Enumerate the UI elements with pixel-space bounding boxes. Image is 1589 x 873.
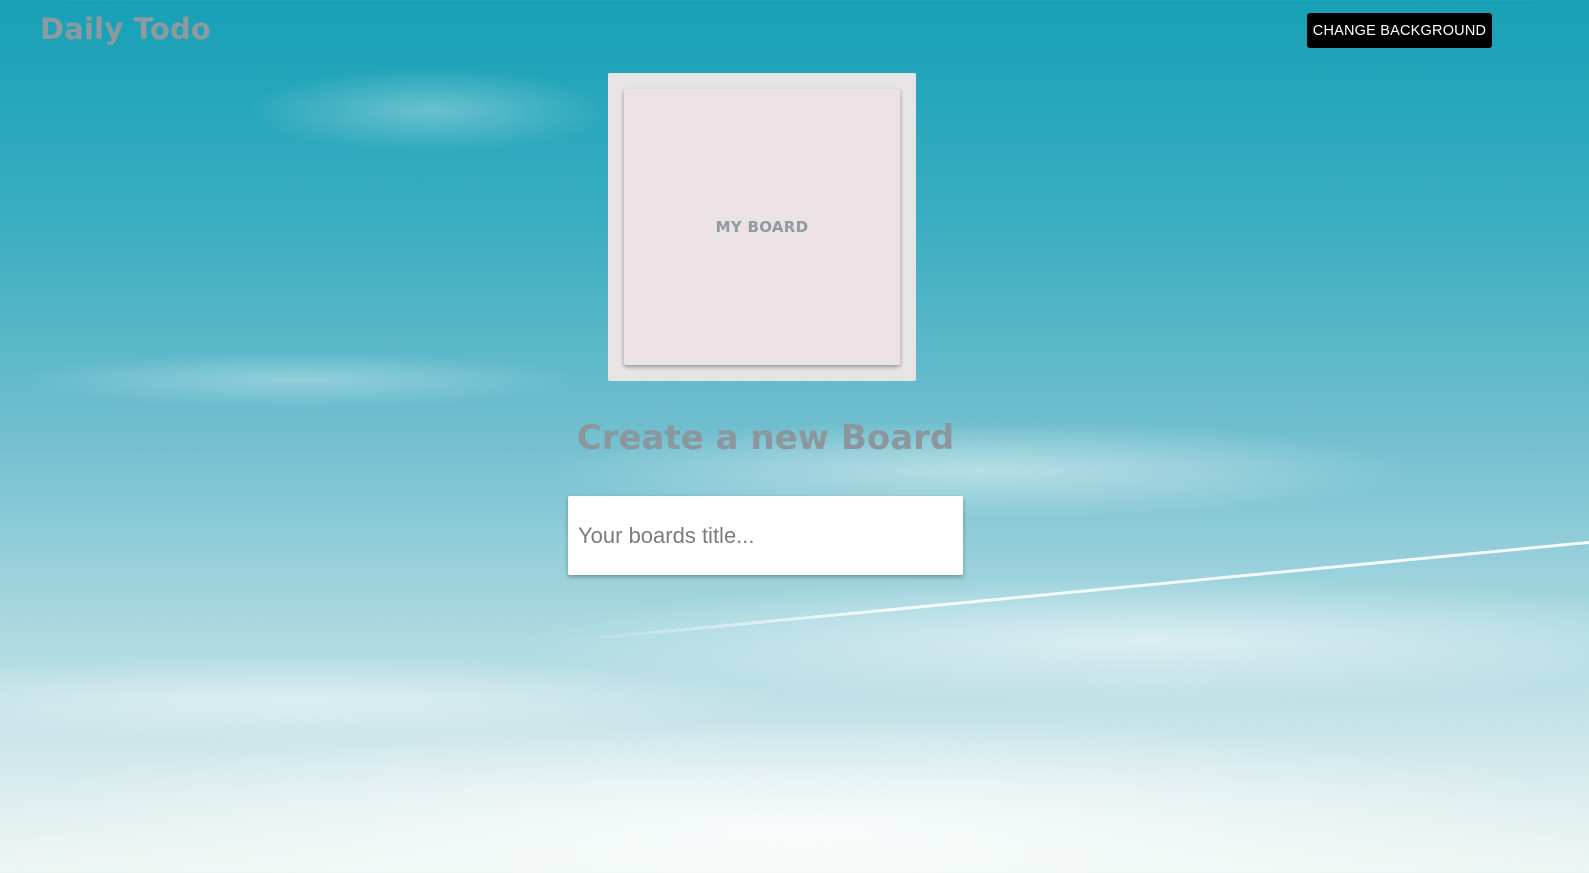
app-title: Daily Todo (40, 12, 212, 46)
board-tile-title: MY BOARD (715, 218, 809, 236)
board-list: MY BOARD (608, 73, 916, 381)
board-tile-my-board[interactable]: MY BOARD (624, 89, 900, 365)
board-title-input[interactable] (568, 496, 963, 575)
change-background-button[interactable]: CHANGE BACKGROUND (1307, 13, 1492, 48)
create-board-heading: Create a new Board (576, 418, 955, 458)
